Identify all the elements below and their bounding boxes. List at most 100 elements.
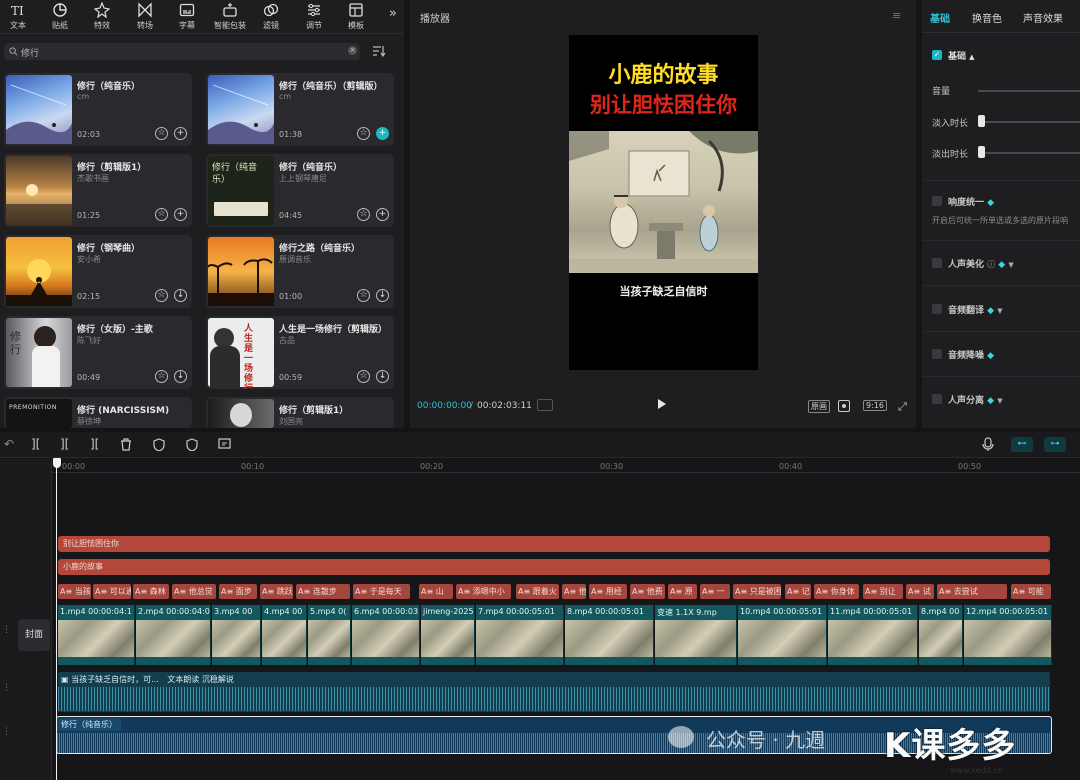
video-clip[interactable]: 7.mp4 00:00:05:01 — [476, 605, 564, 665]
tool-effects[interactable]: 特效 — [85, 2, 119, 31]
subtitle-clip[interactable]: A≡ 原 — [668, 584, 697, 599]
toolbar-more-button[interactable]: » — [389, 6, 397, 21]
fade-in-handle[interactable] — [978, 115, 985, 127]
subtitle-clip[interactable]: A≡ 他 — [562, 584, 586, 599]
video-clip[interactable]: 12.mp4 00:00:05:01 — [964, 605, 1052, 665]
subtitle-clip[interactable]: A≡ 可以通 — [93, 584, 131, 599]
favorite-star-icon[interactable]: ☆ — [155, 127, 168, 140]
export-frame-icon[interactable] — [218, 438, 232, 451]
voice-over-clip[interactable]: ▣ 当孩子缺乏自信时，可... 文本朗读 沉稳解说 — [58, 672, 1050, 712]
video-clip[interactable]: 8.mp4 00:00:05:01 — [565, 605, 654, 665]
time-ruler[interactable] — [52, 472, 1080, 473]
shield-icon[interactable] — [186, 438, 198, 451]
add-music-button[interactable]: + — [376, 127, 389, 140]
download-music-button[interactable]: ↓ — [376, 370, 389, 383]
screenshot-focus-icon[interactable] — [838, 400, 850, 412]
track-handle[interactable]: ⋮ — [2, 727, 11, 737]
player-menu-icon[interactable]: ≡ — [892, 9, 901, 22]
video-clip[interactable]: 变速 1.1X 9.mp — [655, 605, 737, 665]
fade-out-handle[interactable] — [978, 146, 985, 158]
subtitle-clip[interactable]: A≡ 跟着火 — [516, 584, 559, 599]
loudness-section[interactable]: 响度统一 ◆ — [948, 195, 994, 208]
delete-icon[interactable] — [120, 438, 132, 451]
subtitle-clip[interactable]: A≡ 可能 — [1011, 584, 1051, 599]
tool-smart-pack[interactable]: 智能包装 — [212, 2, 248, 31]
favorite-star-icon[interactable]: ☆ — [155, 208, 168, 221]
fullscreen-icon[interactable]: ⤢ — [898, 400, 907, 414]
music-card[interactable]: 修行（钢琴曲） 安小希 02:15 ☆ ↓ — [4, 235, 192, 308]
subtitle-clip[interactable]: A≡ 山 — [419, 584, 453, 599]
add-music-button[interactable]: + — [174, 208, 187, 221]
split-right-icon[interactable]: ][ — [90, 437, 99, 451]
tab-change-voice[interactable]: 换音色 — [972, 10, 1002, 25]
search-input[interactable]: 修行 × — [4, 43, 360, 60]
mask-shield-icon[interactable] — [153, 438, 165, 451]
subtitle-clip[interactable]: A≡ 添嗯中小 — [456, 584, 511, 599]
undo-icon[interactable]: ↶ — [4, 437, 14, 451]
split-left-icon[interactable]: ][ — [60, 437, 69, 451]
tab-basic[interactable]: 基础 — [930, 10, 950, 25]
music-card[interactable]: 修行（剪辑版1） 刘国亮 — [206, 397, 394, 428]
tool-filter[interactable]: 滤镜 — [254, 2, 288, 31]
magnet-snap-toggle[interactable]: ⊶ — [1044, 437, 1066, 452]
vocal-enhance-checkbox[interactable] — [932, 258, 942, 268]
timeline-grid-icon[interactable] — [537, 399, 553, 411]
basic-checkbox[interactable]: ✓ — [932, 50, 942, 60]
favorite-star-icon[interactable]: ☆ — [357, 289, 370, 302]
vocal-enhance-section[interactable]: 人声美化 ⓘ ◆ ▼ — [948, 257, 1014, 270]
subtitle-clip[interactable]: A≡ 森林 — [133, 584, 169, 599]
playhead-line[interactable] — [56, 466, 57, 780]
subtitle-clip[interactable]: A≡ 记 — [785, 584, 811, 599]
split-icon[interactable]: ][ — [31, 437, 40, 451]
video-clip[interactable]: 6.mp4 00:00:03 — [352, 605, 420, 665]
video-clip[interactable]: 8.mp4 00 — [919, 605, 963, 665]
subtitle-clip[interactable]: A≡ 他费 — [630, 584, 665, 599]
play-button[interactable] — [658, 399, 666, 409]
basic-section-header[interactable]: 基础 ▲ — [948, 49, 975, 62]
cover-button[interactable]: 封面 — [18, 619, 50, 651]
music-card[interactable]: 人生是一场修行 人生是一场修行（剪辑版） 古品 00:59 ☆ ↓ — [206, 316, 394, 389]
playhead-handle[interactable] — [53, 458, 61, 468]
video-clip[interactable]: jimeng-2025 — [421, 605, 475, 665]
video-clip[interactable]: 10.mp4 00:00:05:01 — [738, 605, 827, 665]
music-card[interactable]: PREMONITION 修行 (NARCISSISM) 蔡徐坤 — [4, 397, 192, 428]
favorite-star-icon[interactable]: ☆ — [357, 370, 370, 383]
vocal-separate-section[interactable]: 人声分离 ◆ ▼ — [948, 393, 1003, 406]
tool-text[interactable]: TI 文本 — [1, 2, 35, 31]
subtitle-clip[interactable]: A≡ 用经 — [589, 584, 627, 599]
add-music-button[interactable]: + — [174, 127, 187, 140]
favorite-star-icon[interactable]: ☆ — [357, 127, 370, 140]
subtitle-clip[interactable]: A≡ 于是每天 — [353, 584, 410, 599]
volume-slider[interactable] — [978, 90, 1080, 92]
music-card[interactable]: 修行之路（纯音乐） 原调音乐 01:00 ☆ ↓ — [206, 235, 394, 308]
track-handle[interactable]: ⋮ — [2, 683, 11, 693]
clear-search-icon[interactable]: × — [348, 46, 357, 55]
audio-translate-section[interactable]: 音频翻译 ◆ ▼ — [948, 303, 1003, 316]
add-music-button[interactable]: + — [376, 208, 389, 221]
download-music-button[interactable]: ↓ — [174, 289, 187, 302]
music-card[interactable]: 修行（纯音乐）（剪辑版） cm 01:38 ☆ + — [206, 73, 394, 146]
favorite-star-icon[interactable]: ☆ — [155, 370, 168, 383]
loudness-checkbox[interactable] — [932, 196, 942, 206]
subtitle-clip[interactable]: A≡ 他总觉 — [172, 584, 216, 599]
subtitle-clip[interactable]: A≡ 只是被困 — [733, 584, 781, 599]
tool-sticker[interactable]: 贴纸 — [43, 2, 77, 31]
subtitle-clip[interactable]: A≡ 面步 — [219, 584, 257, 599]
subtitle-clip[interactable]: A≡ 你身体 — [814, 584, 859, 599]
audio-denoise-checkbox[interactable] — [932, 349, 942, 359]
subtitle-clip[interactable]: A≡ 一 — [700, 584, 730, 599]
favorite-star-icon[interactable]: ☆ — [357, 208, 370, 221]
text-clip[interactable]: 小鹿的故事 — [58, 559, 1050, 575]
video-clip[interactable]: 3.mp4 00 — [212, 605, 261, 665]
music-card[interactable]: 修行 修行（女版）-主歌 陈飞好 00:49 ☆ ↓ — [4, 316, 192, 389]
link-track-toggle[interactable]: ⊷ — [1011, 437, 1033, 452]
music-card[interactable]: 修行（纯音乐） cm 02:03 ☆ + — [4, 73, 192, 146]
aspect-ratio-button[interactable]: 9:16 — [863, 400, 887, 411]
music-card[interactable]: 修行（纯音乐） 修行（纯音乐） 上上钢琴唐尼 04:45 ☆ + — [206, 154, 394, 227]
subtitle-clip[interactable]: A≡ 跳跃 — [260, 584, 293, 599]
tool-adjust[interactable]: 调节 — [297, 2, 331, 31]
subtitle-clip[interactable]: A≡ 别让 — [863, 584, 903, 599]
video-clip[interactable]: 4.mp4 00 — [262, 605, 307, 665]
tab-sound-effects[interactable]: 声音效果 — [1023, 10, 1063, 25]
download-music-button[interactable]: ↓ — [174, 370, 187, 383]
